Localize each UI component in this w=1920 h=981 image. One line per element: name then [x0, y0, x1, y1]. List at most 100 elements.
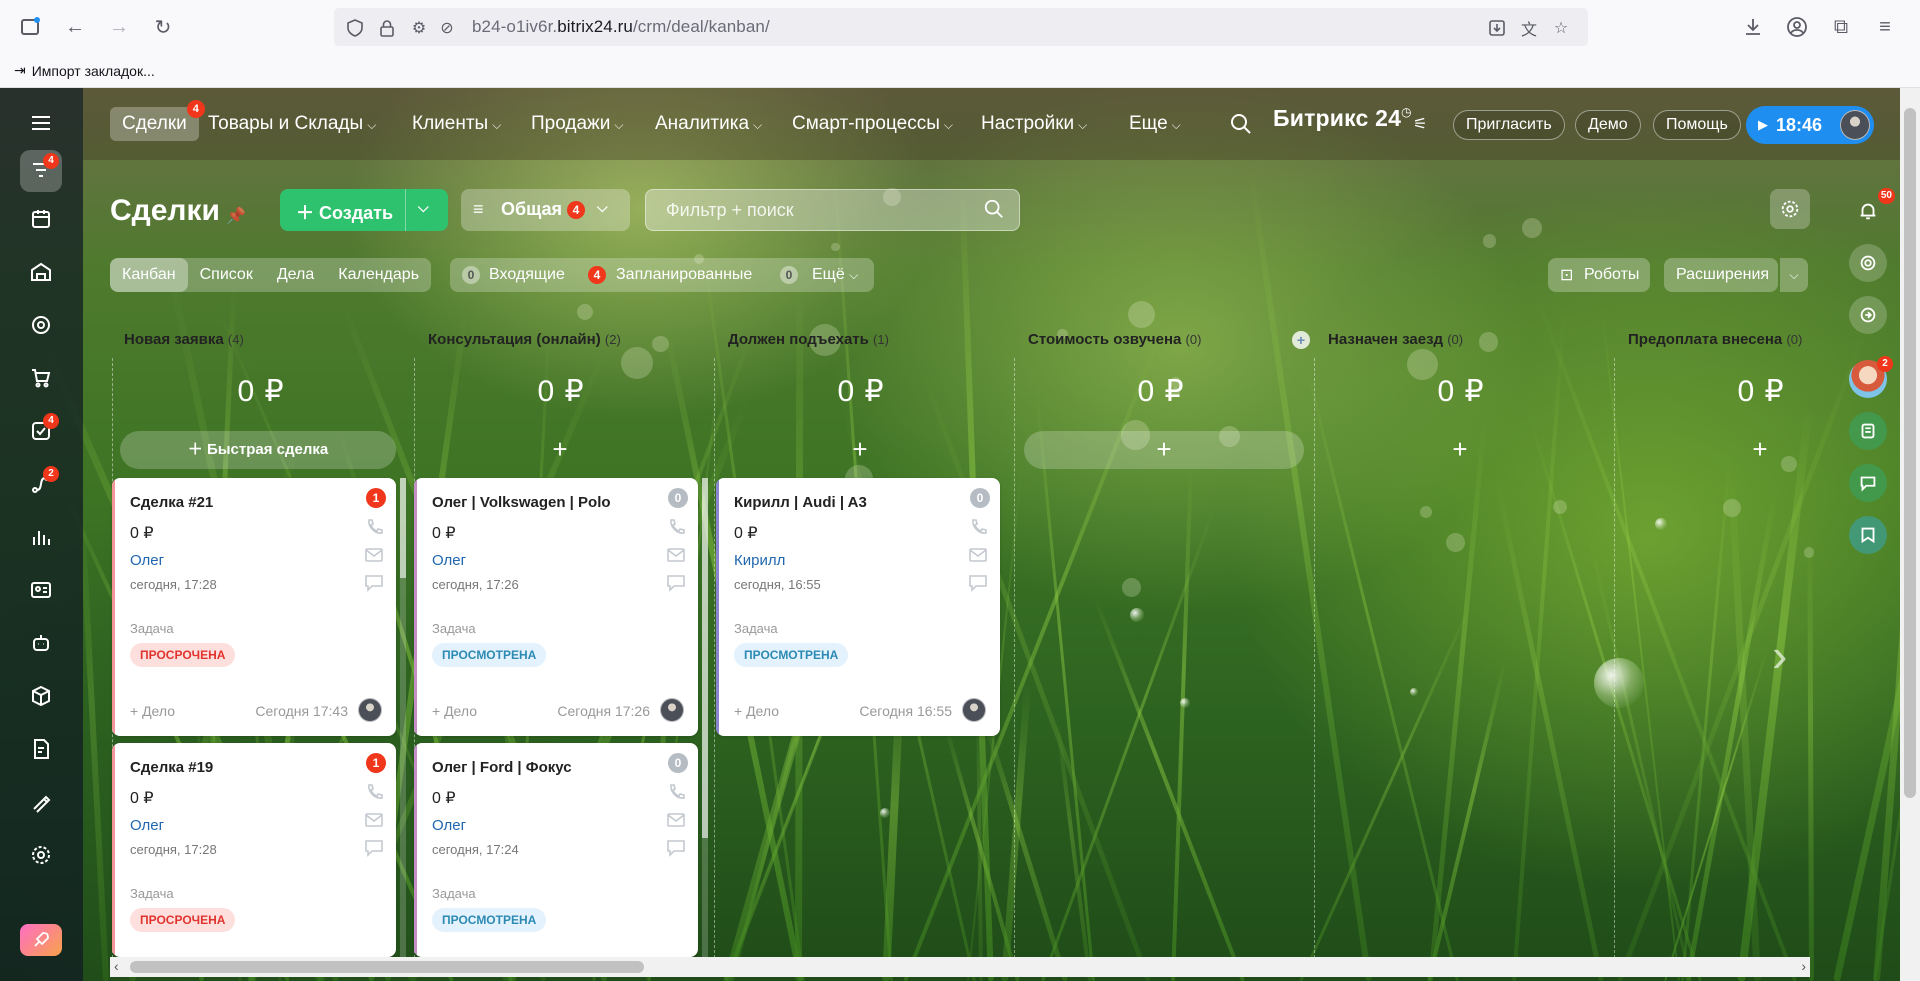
address-bar[interactable]: ⚙ ⊘ b24-o1iv6r.bitrix24.ru/crm/deal/kanb…: [334, 8, 1588, 46]
messages-icon[interactable]: [1849, 464, 1887, 502]
deal-contact[interactable]: Олег: [432, 552, 466, 569]
deal-title[interactable]: Олег | Ford | Фокус: [432, 759, 572, 776]
tab-kanban[interactable]: Канбан: [110, 258, 188, 292]
chat-icon[interactable]: [364, 839, 384, 857]
bell-icon[interactable]: 50: [1849, 188, 1895, 230]
save-page-icon[interactable]: [1486, 17, 1508, 39]
kanban-settings-gear-icon[interactable]: [1770, 189, 1810, 229]
tab-calendar[interactable]: Календарь: [326, 258, 431, 292]
nav-item-sales[interactable]: Продажи ⌵: [519, 107, 635, 141]
counter-planned[interactable]: Запланированные: [616, 266, 752, 284]
kanban-horizontal-scrollbar[interactable]: ‹ ›: [110, 957, 1810, 977]
chat-icon[interactable]: [364, 574, 384, 592]
tracking-off-icon[interactable]: ⊘: [436, 17, 458, 39]
rocket-icon[interactable]: [20, 924, 62, 956]
sidebar-item-docs[interactable]: [20, 728, 62, 770]
email-icon[interactable]: [968, 546, 988, 564]
sidebar-item-contacts[interactable]: [20, 569, 62, 611]
deal-title[interactable]: Кирилл | Audi | A3: [734, 494, 867, 511]
bookmark-star-icon[interactable]: ☆: [1550, 17, 1572, 39]
phone-icon[interactable]: [666, 783, 686, 801]
back-icon[interactable]: ←: [58, 10, 92, 44]
tab-list-icon[interactable]: [14, 10, 48, 44]
phone-icon[interactable]: [968, 518, 988, 536]
add-deal-button[interactable]: +: [720, 431, 1000, 469]
add-activity-link[interactable]: + Дело: [130, 703, 175, 719]
nav-item-analytics[interactable]: Аналитика ⌵: [643, 107, 774, 141]
email-icon[interactable]: [364, 811, 384, 829]
create-button[interactable]: ＋ Создать ⌵: [280, 189, 448, 231]
pipeline-select[interactable]: ≡ Общая 4 ⌵: [461, 189, 630, 231]
email-icon[interactable]: [666, 546, 686, 564]
sidebar-item-shop[interactable]: [20, 357, 62, 399]
email-icon[interactable]: [666, 811, 686, 829]
sidebar-item-store[interactable]: [20, 251, 62, 293]
responsible-avatar[interactable]: [962, 698, 986, 722]
downloads-icon[interactable]: [1736, 10, 1770, 44]
tab-activities[interactable]: Дела: [265, 258, 326, 292]
permissions-icon[interactable]: ⚙: [408, 17, 430, 39]
extensions-button[interactable]: Расширения: [1664, 258, 1778, 292]
search-icon[interactable]: [1229, 112, 1253, 139]
nav-item-smart[interactable]: Смарт-процессы ⌵: [780, 107, 965, 141]
nav-item-clients[interactable]: Клиенты ⌵: [400, 107, 513, 141]
column-scrollbar[interactable]: [400, 478, 406, 958]
help-button[interactable]: Помощь: [1653, 110, 1741, 140]
deal-title[interactable]: Сделка #19: [130, 759, 213, 776]
bitrix24-logo[interactable]: Битрикс 24◷: [1273, 105, 1412, 132]
responsible-avatar[interactable]: [660, 698, 684, 722]
tune-icon[interactable]: ⚟: [1413, 114, 1427, 134]
account-icon[interactable]: [1780, 10, 1814, 44]
add-activity-link[interactable]: + Дело: [734, 703, 779, 719]
copilot-icon[interactable]: [1849, 244, 1887, 282]
chat-icon[interactable]: [666, 839, 686, 857]
deal-contact[interactable]: Олег: [130, 552, 164, 569]
responsible-avatar[interactable]: [358, 698, 382, 722]
sidebar-item-flows[interactable]: 2: [20, 463, 62, 505]
scroll-left-icon[interactable]: ‹: [114, 958, 119, 974]
sidebar-item-sign[interactable]: [20, 781, 62, 823]
sidebar-item-products[interactable]: [20, 675, 62, 717]
work-day-button[interactable]: ▶ 18:46: [1746, 106, 1874, 144]
column-scrollbar[interactable]: [702, 478, 708, 958]
nav-item-deals[interactable]: Сделки 4: [110, 100, 205, 141]
extensions-chevron-icon[interactable]: ⌵: [1780, 258, 1808, 292]
translate-icon[interactable]: 文: [1518, 17, 1540, 39]
deal-card[interactable]: Кирилл | Audi | A3 0 0 ₽ Кирилл сегодня,…: [716, 478, 1000, 736]
forward-icon[interactable]: →: [102, 10, 136, 44]
deal-card[interactable]: Сделка #19 1 0 ₽ Олег сегодня, 17:28 Зад…: [112, 743, 396, 957]
browser-menu-icon[interactable]: ≡: [1868, 10, 1902, 44]
column-head-arrive[interactable]: Должен подъехать (1): [714, 321, 1010, 359]
chevron-right-icon[interactable]: ›: [1772, 628, 1787, 682]
sidebar-item-analytics[interactable]: [20, 516, 62, 558]
column-head-new[interactable]: Новая заявка (4): [110, 321, 410, 359]
sidebar-item-copilot[interactable]: [20, 622, 62, 664]
column-head-consult[interactable]: Консультация (онлайн) (2): [414, 321, 710, 359]
column-head-visit[interactable]: Назначен заезд (0): [1314, 321, 1610, 359]
quick-deal-button[interactable]: ＋ Быстрая сделка: [120, 431, 396, 469]
add-deal-button[interactable]: +: [1320, 431, 1600, 469]
deal-card[interactable]: Сделка #21 1 0 ₽ Олег сегодня, 17:28 Зад…: [112, 478, 396, 736]
invite-button[interactable]: Пригласить: [1453, 110, 1565, 140]
email-icon[interactable]: [364, 546, 384, 564]
sidebar-item-settings[interactable]: [20, 834, 62, 876]
deal-card[interactable]: Олег | Volkswagen | Polo 0 0 ₽ Олег сего…: [414, 478, 698, 736]
extensions-icon[interactable]: ⧉: [1824, 10, 1858, 44]
deal-contact[interactable]: Кирилл: [734, 552, 785, 569]
deal-title[interactable]: Сделка #21: [130, 494, 213, 511]
user-avatar[interactable]: [1840, 110, 1870, 140]
search-icon[interactable]: [983, 198, 1005, 225]
lock-icon[interactable]: [376, 17, 398, 39]
add-deal-button[interactable]: +: [1024, 431, 1304, 469]
page-vertical-scrollbar[interactable]: [1900, 88, 1920, 981]
nav-item-more[interactable]: Еще ⌵: [1117, 107, 1193, 141]
deal-title[interactable]: Олег | Volkswagen | Polo: [432, 494, 611, 511]
bookmark-import[interactable]: ⇥ Импорт закладок...: [14, 62, 155, 79]
chevron-down-icon[interactable]: ⌵: [418, 199, 429, 216]
tab-list[interactable]: Список: [188, 258, 265, 292]
sidebar-item-goals[interactable]: [20, 304, 62, 346]
deal-card[interactable]: Олег | Ford | Фокус 0 0 ₽ Олег сегодня, …: [414, 743, 698, 957]
phone-icon[interactable]: [364, 783, 384, 801]
add-deal-button[interactable]: +: [420, 431, 700, 469]
nav-item-products[interactable]: Товары и Склады ⌵: [196, 107, 388, 141]
